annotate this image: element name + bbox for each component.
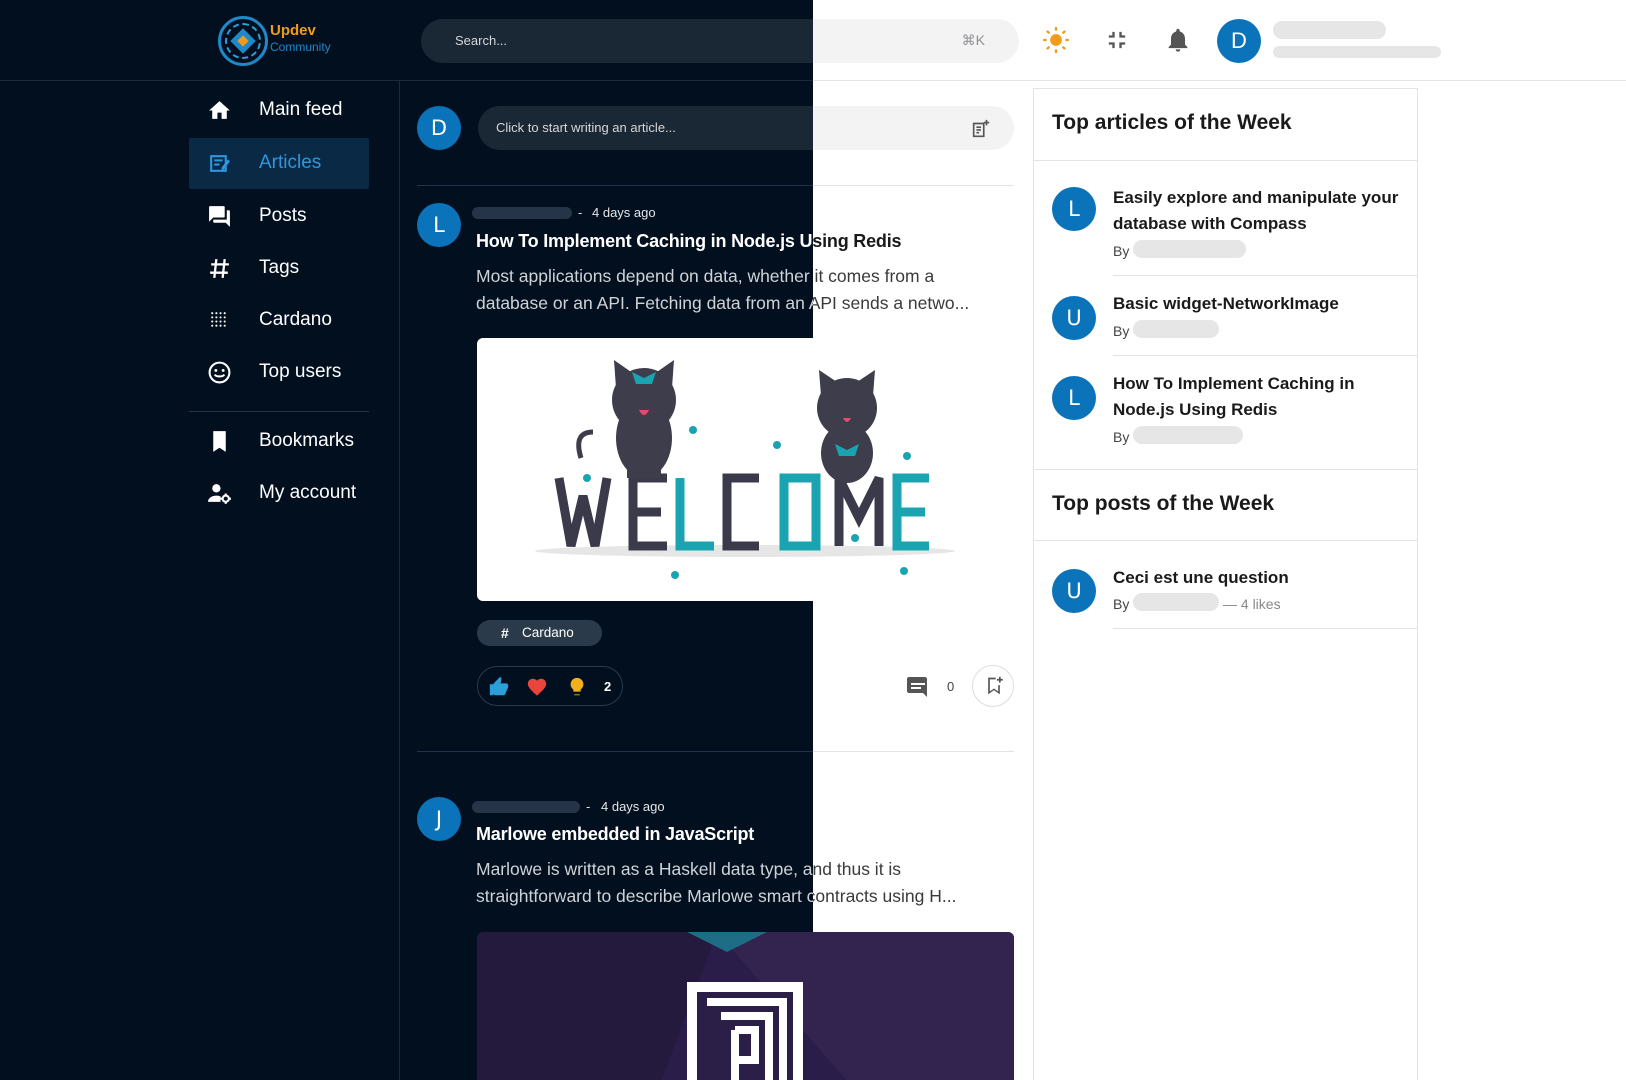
- sidebar-item-main-feed[interactable]: Main feed: [189, 85, 369, 136]
- comment-count: 0: [947, 679, 955, 694]
- articles-icon: [210, 155, 230, 172]
- post-time-dash: -: [586, 799, 591, 814]
- author-avatar[interactable]: L: [1052, 187, 1096, 231]
- top-article-by: By: [1113, 323, 1130, 339]
- fullscreen-exit-icon[interactable]: [1103, 26, 1131, 54]
- top-articles-heading: Top articles of the Week: [1052, 111, 1292, 134]
- author-name-placeholder: [1133, 320, 1219, 338]
- sidebar-item-cardano[interactable]: Cardano: [189, 295, 369, 346]
- tag-label: Cardano: [522, 625, 574, 640]
- top-post-likes: — 4 likes: [1223, 596, 1281, 612]
- hashtag-icon: [210, 258, 229, 279]
- top-article-title[interactable]: Basic widget-NetworkImage: [1113, 291, 1408, 317]
- user-name-placeholder: [1273, 21, 1386, 39]
- sidebar-item-top-users[interactable]: Top users: [189, 347, 369, 398]
- thumbs-up-icon[interactable]: [488, 676, 510, 698]
- author-name-placeholder: [1133, 240, 1246, 258]
- top-post-by: By: [1113, 596, 1130, 612]
- brand-sub: Community: [270, 40, 331, 54]
- comment-icon[interactable]: [905, 676, 931, 698]
- author-name-placeholder: [472, 207, 572, 219]
- sidebar-item-label: Cardano: [259, 309, 332, 330]
- search-placeholder: Search...: [455, 33, 508, 48]
- sidebar-item-label: My account: [259, 482, 357, 503]
- top-article-title[interactable]: How To Implement Caching in Node.js Usin…: [1113, 371, 1408, 423]
- top-post-title[interactable]: Ceci est une question: [1113, 565, 1408, 591]
- forum-icon: [209, 206, 230, 227]
- sidebar-item-label: Tags: [259, 257, 300, 278]
- section-divider: [1034, 540, 1417, 541]
- brand-name: Updev: [270, 22, 316, 39]
- composer-placeholder: Click to start writing an article...: [496, 120, 676, 135]
- cardano-icon: [211, 312, 226, 327]
- author-name-placeholder: [1133, 593, 1219, 611]
- brand-logo[interactable]: Updev Community: [218, 16, 338, 66]
- sidebar-item-label: Posts: [259, 205, 307, 226]
- sidebar-divider: [189, 411, 369, 412]
- sidebar-item-tags[interactable]: Tags: [189, 243, 369, 294]
- sidebar-nav: Main feed Articles Posts Tags Cardano To…: [0, 81, 400, 1080]
- post-time-dash: -: [578, 205, 583, 220]
- author-avatar[interactable]: L: [1052, 376, 1096, 420]
- search-shortcut: ⌘K: [961, 32, 985, 48]
- cat-right: [817, 370, 877, 483]
- sidebar-item-posts[interactable]: Posts: [189, 191, 369, 242]
- item-divider: [1113, 628, 1417, 629]
- reaction-count: 2: [604, 679, 612, 694]
- author-avatar[interactable]: J: [417, 797, 461, 841]
- author-avatar[interactable]: U: [1052, 296, 1096, 340]
- sidebar-item-articles[interactable]: Articles: [189, 138, 369, 189]
- new-article-icon[interactable]: [970, 118, 992, 140]
- sidebar-item-my-account[interactable]: My account: [189, 468, 369, 519]
- post-time: 4 days ago: [601, 799, 665, 814]
- hashtag-icon: #: [501, 625, 509, 641]
- user-avatar[interactable]: D: [1217, 19, 1261, 63]
- item-divider: [1113, 275, 1417, 276]
- cat-left: [576, 360, 676, 478]
- sun-icon[interactable]: [1042, 26, 1070, 54]
- lightbulb-icon[interactable]: [566, 676, 588, 698]
- top-article-title[interactable]: Easily explore and manipulate your datab…: [1113, 185, 1408, 237]
- account-settings-icon: [208, 484, 231, 504]
- bell-icon[interactable]: [1164, 26, 1192, 54]
- article-title[interactable]: Marlowe embedded in JavaScript: [476, 824, 754, 845]
- tag-chip-cardano[interactable]: # Cardano: [477, 620, 602, 646]
- author-avatar[interactable]: U: [1052, 569, 1096, 613]
- sidebar-item-label: Articles: [259, 152, 322, 173]
- top-article-by: By: [1113, 429, 1130, 445]
- sidebar-item-label: Main feed: [259, 99, 343, 120]
- author-name-placeholder: [1133, 426, 1243, 444]
- item-divider: [1113, 355, 1417, 356]
- sidebar-item-label: Bookmarks: [259, 430, 355, 451]
- smiley-icon: [208, 361, 231, 384]
- top-article-by: By: [1113, 243, 1130, 259]
- home-icon: [209, 101, 230, 119]
- heart-icon[interactable]: [526, 676, 548, 698]
- author-name-placeholder: [472, 801, 580, 813]
- bookmark-add-icon: [988, 676, 1003, 695]
- user-meta-placeholder: [1273, 46, 1441, 58]
- bookmark-icon: [213, 431, 226, 452]
- top-posts-heading: Top posts of the Week: [1052, 492, 1275, 515]
- section-divider: [1034, 160, 1417, 161]
- post-time: 4 days ago: [592, 205, 656, 220]
- right-sidebar: Top articles of the Week L Easily explor…: [1033, 88, 1418, 1080]
- reactions-bar[interactable]: 2: [477, 666, 623, 706]
- sidebar-item-bookmarks[interactable]: Bookmarks: [189, 416, 369, 467]
- bookmark-button[interactable]: [972, 665, 1014, 707]
- section-divider: [1034, 469, 1417, 470]
- composer-avatar[interactable]: D: [417, 106, 461, 150]
- sidebar-item-label: Top users: [259, 361, 342, 382]
- author-avatar[interactable]: L: [417, 203, 461, 247]
